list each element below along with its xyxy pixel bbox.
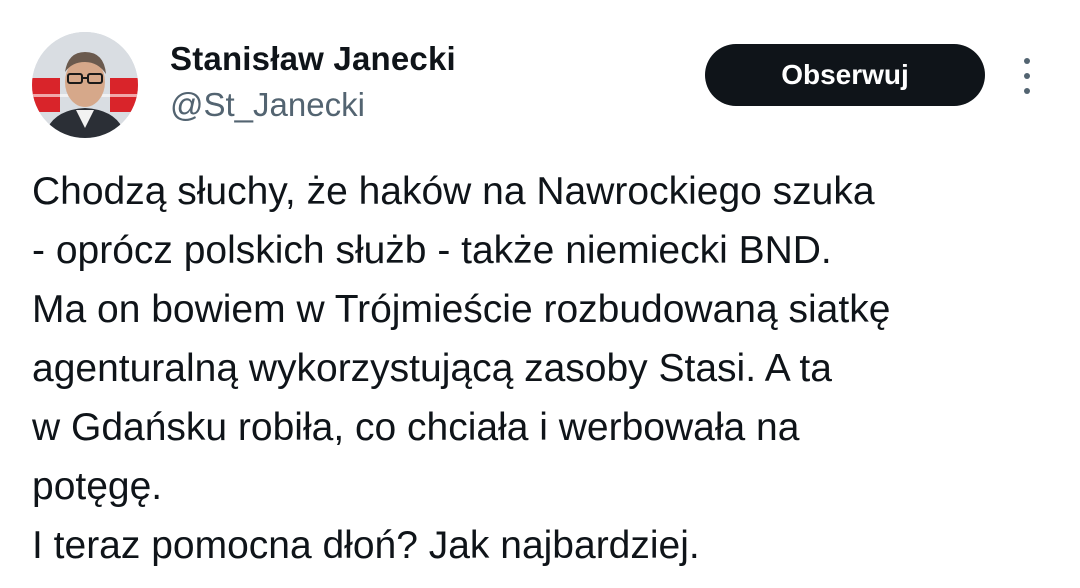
tweet-line: w Gdańsku robiła, co chciała i werbowała… — [32, 406, 800, 449]
author-name[interactable]: Stanisław Janecki — [170, 40, 456, 78]
tweet-line: potęgę. — [32, 465, 163, 508]
tweet-text: Chodzą słuchy, że haków na Nawrockiego s… — [32, 162, 1062, 575]
tweet-line: I teraz pomocna dłoń? Jak najbardziej. — [32, 524, 700, 567]
author-avatar[interactable] — [32, 32, 138, 138]
more-dot — [1024, 73, 1030, 79]
tweet-line: agenturalną wykorzystującą zasoby Stasi.… — [32, 347, 832, 390]
tweet-line: - oprócz polskich służb - także niemieck… — [32, 229, 832, 272]
tweet-line: Chodzą słuchy, że haków na Nawrockiego s… — [32, 170, 875, 213]
author-handle[interactable]: @St_Janecki — [170, 86, 365, 124]
tweet-line: Ma on bowiem w Trójmieście rozbudowaną s… — [32, 288, 891, 331]
more-vertical-icon[interactable] — [1012, 54, 1042, 98]
more-dot — [1024, 88, 1030, 94]
follow-button[interactable]: Obserwuj — [705, 44, 985, 106]
avatar-photo-icon — [32, 32, 138, 138]
more-dot — [1024, 58, 1030, 64]
